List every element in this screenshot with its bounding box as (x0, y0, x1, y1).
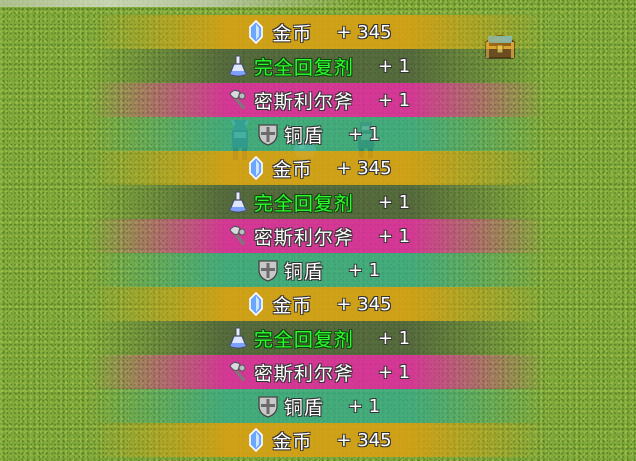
item-row-content: 密斯利尔斧 + 1 (226, 219, 410, 253)
item-row-content: 完全回复剂 + 1 (226, 321, 410, 355)
axe-icon (229, 89, 246, 111)
shield-icon (258, 396, 278, 418)
item-name: 铜盾 (283, 260, 324, 283)
item-quantity: + 1 (377, 89, 411, 111)
item-quantity: + 1 (347, 259, 381, 281)
item-row-content: 金币 + 345 (244, 15, 392, 49)
item-quantity: + 1 (347, 395, 381, 417)
item-name: 金币 (272, 294, 313, 317)
item-row: 金币 + 345 (0, 15, 636, 49)
item-name: 密斯利尔斧 (253, 90, 354, 113)
item-row: 密斯利尔斧 + 1 (0, 83, 636, 117)
potion-icon (229, 55, 247, 77)
item-quantity: + 345 (336, 429, 392, 451)
axe-icon (229, 225, 246, 247)
potion-icon (229, 191, 247, 213)
item-name: 金币 (272, 22, 313, 45)
item-quantity: + 1 (377, 225, 411, 247)
item-row: 密斯利尔斧 + 1 (0, 355, 636, 389)
item-quantity: + 345 (336, 157, 392, 179)
item-row: 金币 + 345 (0, 151, 636, 185)
crystal-icon (249, 292, 264, 316)
item-quantity: + 1 (347, 123, 381, 145)
item-row: 完全回复剂 + 1 (0, 321, 636, 355)
item-row-content: 完全回复剂 + 1 (226, 185, 410, 219)
item-name: 完全回复剂 (253, 328, 354, 351)
item-quantity: + 1 (377, 55, 411, 77)
item-row: 铜盾 + 1 (0, 117, 636, 151)
item-row-content: 铜盾 + 1 (256, 117, 380, 151)
map-edge-strip (0, 0, 360, 7)
potion-icon (229, 327, 247, 349)
item-row: 金币 + 345 (0, 287, 636, 321)
item-name: 完全回复剂 (253, 56, 354, 79)
item-row: 完全回复剂 + 1 (0, 185, 636, 219)
item-name: 铜盾 (283, 124, 324, 147)
item-row-content: 金币 + 345 (244, 423, 392, 457)
item-name: 完全回复剂 (253, 192, 354, 215)
item-row-content: 密斯利尔斧 + 1 (226, 83, 410, 117)
item-row: 铜盾 + 1 (0, 389, 636, 423)
item-row-content: 铜盾 + 1 (256, 253, 380, 287)
item-row: 铜盾 + 1 (0, 253, 636, 287)
item-row: 完全回复剂 + 1 (0, 49, 636, 83)
axe-icon (229, 361, 246, 383)
crystal-icon (249, 428, 264, 452)
item-row-content: 铜盾 + 1 (256, 389, 380, 423)
item-row: 密斯利尔斧 + 1 (0, 219, 636, 253)
shield-icon (258, 260, 278, 282)
item-quantity: + 345 (336, 21, 392, 43)
item-row-content: 完全回复剂 + 1 (226, 49, 410, 83)
item-quantity: + 345 (336, 293, 392, 315)
crystal-icon (249, 156, 264, 180)
item-name: 密斯利尔斧 (253, 226, 354, 249)
item-name: 金币 (272, 430, 313, 453)
item-name: 金币 (272, 158, 313, 181)
item-row: 金币 + 345 (0, 423, 636, 457)
item-row-content: 密斯利尔斧 + 1 (226, 355, 410, 389)
item-name: 铜盾 (283, 396, 324, 419)
item-quantity: + 1 (377, 327, 411, 349)
item-row-content: 金币 + 345 (244, 151, 392, 185)
item-row-content: 金币 + 345 (244, 287, 392, 321)
item-acquired-log: 金币 + 345 完全回复剂 + 1 密斯利尔斧 + 1 铜盾 + 1 金币 + 345 完全回复剂… (0, 15, 636, 457)
item-name: 密斯利尔斧 (253, 362, 354, 385)
item-quantity: + 1 (377, 191, 411, 213)
item-quantity: + 1 (377, 361, 411, 383)
shield-icon (258, 124, 278, 146)
crystal-icon (249, 20, 264, 44)
